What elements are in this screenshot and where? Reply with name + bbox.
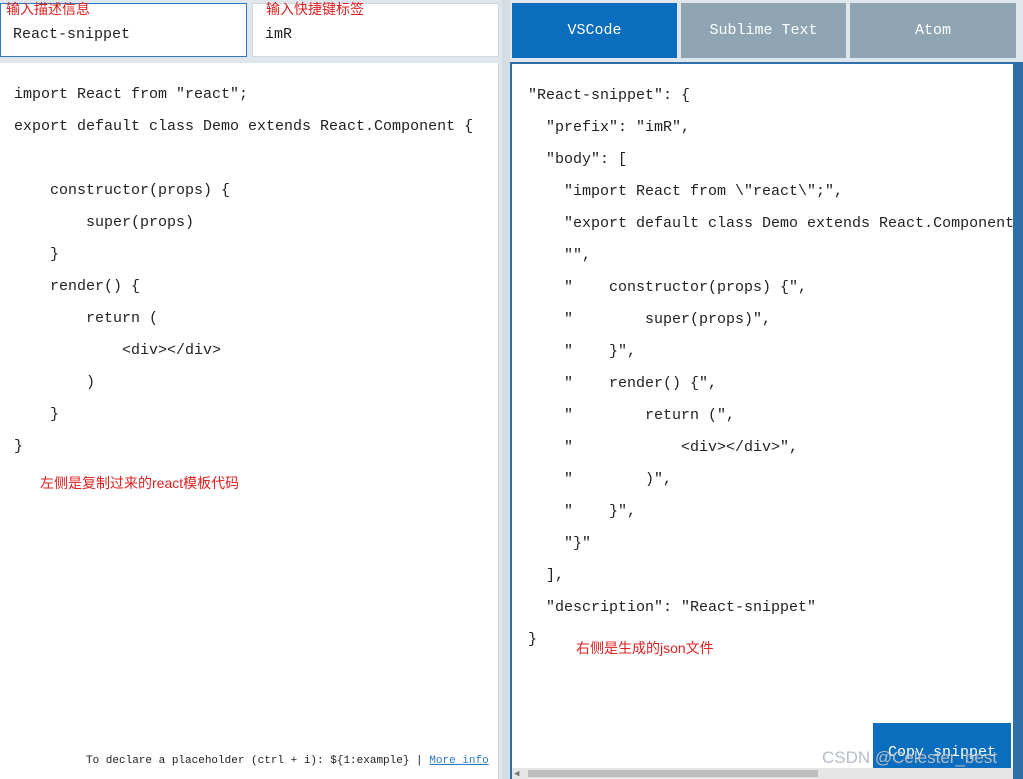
json-line: " )",: [528, 471, 673, 488]
code-line: }: [14, 438, 24, 455]
code-line: return (: [14, 310, 159, 327]
prefix-annotation: 输入快捷键标签: [266, 1, 364, 17]
editor-tabs: VSCode Sublime Text Atom: [510, 0, 1023, 62]
json-line: "export default class Demo extends React…: [528, 215, 1013, 232]
left-annotation: 左侧是复制过来的react模板代码: [40, 475, 240, 491]
json-line: "",: [528, 247, 592, 264]
json-line: " super(props)",: [528, 311, 772, 328]
more-info-link[interactable]: More info: [429, 755, 488, 767]
description-input[interactable]: [13, 22, 233, 46]
right-pane: VSCode Sublime Text Atom "React-snippet"…: [510, 0, 1023, 779]
horizontal-scrollbar[interactable]: ◀: [512, 768, 1013, 779]
json-line: "body": [: [528, 151, 628, 168]
source-code-editor[interactable]: import React from "react"; export defaul…: [0, 63, 499, 779]
json-line: " render() {",: [528, 375, 718, 392]
snippet-generator-app: 输入描述信息 输入快捷键标签 import React from "react"…: [0, 0, 1023, 779]
tab-atom[interactable]: Atom: [850, 3, 1016, 58]
json-line: " }",: [528, 343, 637, 360]
json-line: "}": [528, 535, 592, 552]
code-line: import React from "react";: [14, 86, 249, 103]
description-annotation: 输入描述信息: [6, 1, 90, 17]
watermark: CSDN @Celester_best: [822, 748, 998, 767]
placeholder-hint-text: To declare a placeholder (ctrl + i): ${1…: [86, 755, 430, 767]
code-line: constructor(props) {: [14, 182, 231, 199]
placeholder-hint: To declare a placeholder (ctrl + i): ${1…: [86, 755, 489, 767]
scroll-left-icon[interactable]: ◀: [514, 769, 519, 779]
right-annotation: 右侧是生成的json文件: [576, 640, 714, 656]
code-line: }: [14, 246, 60, 263]
source-code-lines: import React from "react"; export defaul…: [14, 85, 473, 469]
json-line: " <div></div>",: [528, 439, 799, 456]
json-line: ],: [528, 567, 565, 584]
pane-divider[interactable]: [502, 0, 510, 779]
scrollbar-thumb[interactable]: [528, 770, 818, 777]
json-line: " constructor(props) {",: [528, 279, 808, 296]
json-line: "description": "React-snippet": [528, 599, 817, 616]
code-line: ): [14, 374, 96, 391]
json-line: "import React from \"react\";",: [528, 183, 844, 200]
left-pane: 输入描述信息 输入快捷键标签 import React from "react"…: [0, 0, 502, 779]
json-line: " }",: [528, 503, 637, 520]
code-line: }: [14, 406, 60, 423]
json-line: "React-snippet": {: [528, 87, 691, 104]
snippet-output[interactable]: "React-snippet": { "prefix": "imR", "bod…: [512, 64, 1013, 779]
code-line: <div></div>: [14, 342, 222, 359]
snippet-json-lines: "React-snippet": { "prefix": "imR", "bod…: [528, 86, 1013, 662]
code-line: render() {: [14, 278, 141, 295]
tab-sublime-text[interactable]: Sublime Text: [681, 3, 846, 58]
prefix-input[interactable]: [265, 22, 485, 46]
code-line: export default class Demo extends React.…: [14, 118, 474, 135]
json-line: "prefix": "imR",: [528, 119, 691, 136]
tab-vscode[interactable]: VSCode: [512, 3, 677, 58]
code-line: super(props): [14, 214, 195, 231]
json-line: " return (",: [528, 407, 736, 424]
